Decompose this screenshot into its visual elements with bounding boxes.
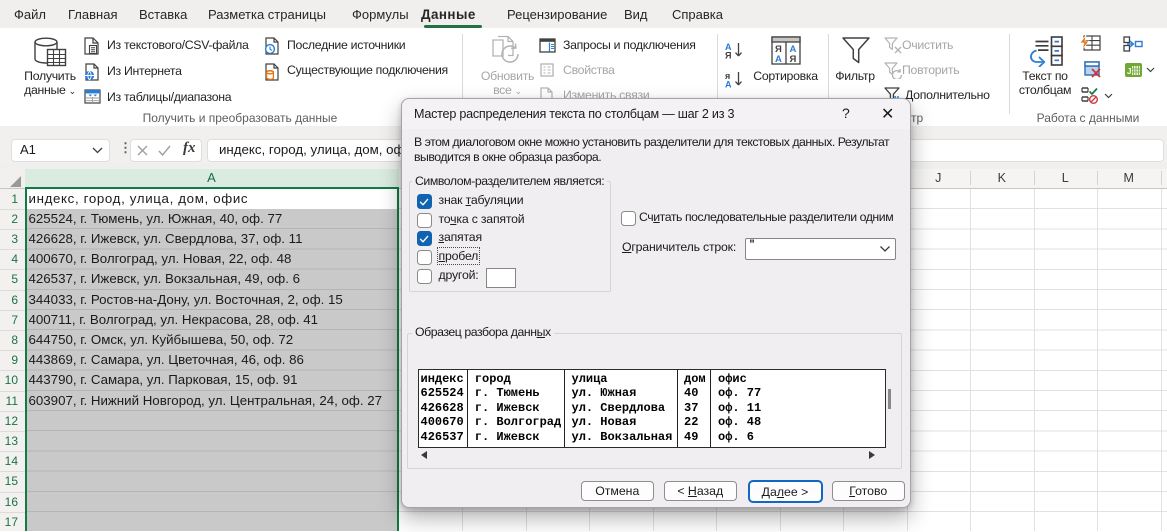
svg-text:А: А: [725, 80, 732, 89]
svg-text:А: А: [775, 54, 782, 65]
svg-text:J: J: [1127, 67, 1131, 76]
svg-text:Я: Я: [725, 51, 731, 60]
svg-text:Я: Я: [790, 54, 797, 65]
